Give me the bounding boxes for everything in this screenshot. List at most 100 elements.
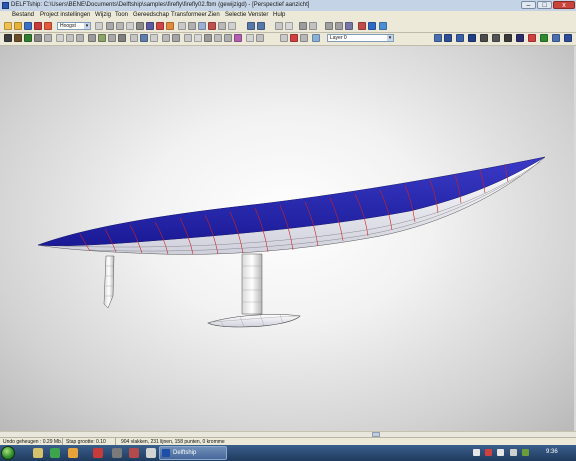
view-mode-dropdown[interactable]: Hoogst ▾ — [57, 22, 91, 30]
view-body-icon[interactable] — [434, 34, 442, 42]
paste-icon[interactable] — [285, 22, 293, 30]
tray-icon[interactable] — [473, 449, 480, 456]
crease-icon[interactable] — [194, 34, 202, 42]
intersect-icon[interactable] — [208, 22, 216, 30]
maximize-button[interactable]: □ — [537, 1, 552, 9]
collapse-icon[interactable] — [214, 34, 222, 42]
interior-edges-icon[interactable] — [14, 34, 22, 42]
view-plan-icon[interactable] — [456, 34, 464, 42]
save-icon[interactable] — [24, 22, 32, 30]
undo-icon[interactable] — [247, 22, 255, 30]
folder-icon[interactable] — [33, 448, 43, 458]
layer-icon[interactable] — [198, 22, 206, 30]
faces-icon[interactable] — [184, 34, 192, 42]
delete-layer-icon[interactable] — [290, 34, 298, 42]
flowlines-icon[interactable] — [140, 34, 148, 42]
tray-antivirus-icon[interactable] — [485, 449, 492, 456]
tray-volume-icon[interactable] — [510, 449, 517, 456]
new-file-icon[interactable] — [4, 22, 12, 30]
copy-icon[interactable] — [275, 22, 283, 30]
face-icon[interactable] — [146, 22, 154, 30]
deselect-icon[interactable] — [188, 22, 196, 30]
split-icon[interactable] — [156, 22, 164, 30]
control-net-icon[interactable] — [4, 34, 12, 42]
add-line-icon[interactable] — [116, 22, 124, 30]
notepad-icon[interactable] — [146, 448, 156, 458]
tool-icon[interactable] — [112, 448, 122, 458]
light-icon[interactable] — [564, 34, 572, 42]
menu-item-zien[interactable]: Zien — [208, 12, 220, 18]
hydro-features-icon[interactable] — [150, 34, 158, 42]
both-sides-icon[interactable] — [34, 34, 42, 42]
browser-icon[interactable] — [68, 448, 78, 458]
rotate-icon[interactable] — [228, 22, 236, 30]
stations-icon[interactable] — [44, 34, 52, 42]
layers-icon[interactable] — [24, 34, 32, 42]
menu-item-selectie[interactable]: Selectie — [225, 12, 246, 18]
leak-icon[interactable] — [540, 34, 548, 42]
menu-item-wijzig[interactable]: Wijzig — [95, 12, 111, 18]
perspective-viewport[interactable] — [0, 46, 574, 431]
buttocks-icon[interactable] — [56, 34, 64, 42]
mirror-icon[interactable] — [218, 22, 226, 30]
normals-icon[interactable] — [98, 34, 106, 42]
edges-icon[interactable] — [172, 34, 180, 42]
taskbar-delftship-button[interactable]: Delftship — [159, 446, 227, 460]
stop-icon[interactable] — [34, 22, 42, 30]
new-layer-icon[interactable] — [280, 34, 288, 42]
render-icon[interactable] — [358, 22, 366, 30]
developability-icon[interactable] — [528, 34, 536, 42]
wireframe-icon[interactable] — [480, 34, 488, 42]
redo-icon[interactable] — [257, 22, 265, 30]
menu-item-toon[interactable]: Toon — [115, 12, 128, 18]
grid-toggle-icon[interactable] — [88, 34, 96, 42]
start-button[interactable] — [1, 446, 15, 460]
diagonals-icon[interactable] — [76, 34, 84, 42]
flip-icon[interactable] — [246, 34, 254, 42]
curvature-plot-icon[interactable] — [108, 34, 116, 42]
menu-item-transformeer[interactable]: Transformeer — [171, 12, 207, 18]
waterlines-icon[interactable] — [66, 34, 74, 42]
render-mode-icon[interactable] — [552, 34, 560, 42]
gauss-icon[interactable] — [504, 34, 512, 42]
grid-icon[interactable] — [95, 22, 103, 30]
layer-props-icon[interactable] — [300, 34, 308, 42]
shaded-icon[interactable] — [492, 34, 500, 42]
select-all-icon[interactable] — [178, 22, 186, 30]
add-point-icon[interactable] — [106, 22, 114, 30]
zoom-in-icon[interactable] — [325, 22, 333, 30]
flag-icon[interactable] — [166, 22, 174, 30]
layer-color-icon[interactable] — [234, 34, 242, 42]
help-icon[interactable] — [44, 22, 52, 30]
hydrostatics-icon[interactable] — [345, 22, 353, 30]
shade-icon[interactable] — [368, 22, 376, 30]
insert-icon[interactable] — [126, 22, 134, 30]
tray-network-icon[interactable] — [497, 449, 504, 456]
active-layer-icon[interactable] — [312, 34, 320, 42]
delete-icon[interactable] — [136, 22, 144, 30]
zoom-out-icon[interactable] — [335, 22, 343, 30]
curvature-icon[interactable] — [379, 22, 387, 30]
view-perspective-icon[interactable] — [468, 34, 476, 42]
menu-item-gereedschap[interactable]: Gereedschap — [133, 12, 169, 18]
clock[interactable]: 9:36 — [546, 449, 558, 455]
markers-icon[interactable] — [118, 34, 126, 42]
assemble-icon[interactable] — [256, 34, 264, 42]
pdf-icon[interactable] — [93, 448, 103, 458]
connect-icon[interactable] — [224, 34, 232, 42]
layer-dropdown[interactable]: Layer 0 ▾ — [327, 34, 394, 42]
points-icon[interactable] — [162, 34, 170, 42]
menu-item-venster[interactable]: Venster — [248, 12, 268, 18]
view-profile-icon[interactable] — [444, 34, 452, 42]
media-icon[interactable] — [50, 448, 60, 458]
tray-update-icon[interactable] — [522, 449, 529, 456]
zebra-icon[interactable] — [516, 34, 524, 42]
lines-icon[interactable] — [130, 34, 138, 42]
measure-icon[interactable] — [299, 22, 307, 30]
menu-item-project-instellingen[interactable]: Project instellingen — [40, 12, 90, 18]
close-button[interactable]: x — [553, 1, 575, 9]
extrude-icon[interactable] — [204, 34, 212, 42]
ruler-icon[interactable] — [309, 22, 317, 30]
open-folder-icon[interactable] — [14, 22, 22, 30]
menu-item-hulp[interactable]: Hulp — [273, 12, 285, 18]
